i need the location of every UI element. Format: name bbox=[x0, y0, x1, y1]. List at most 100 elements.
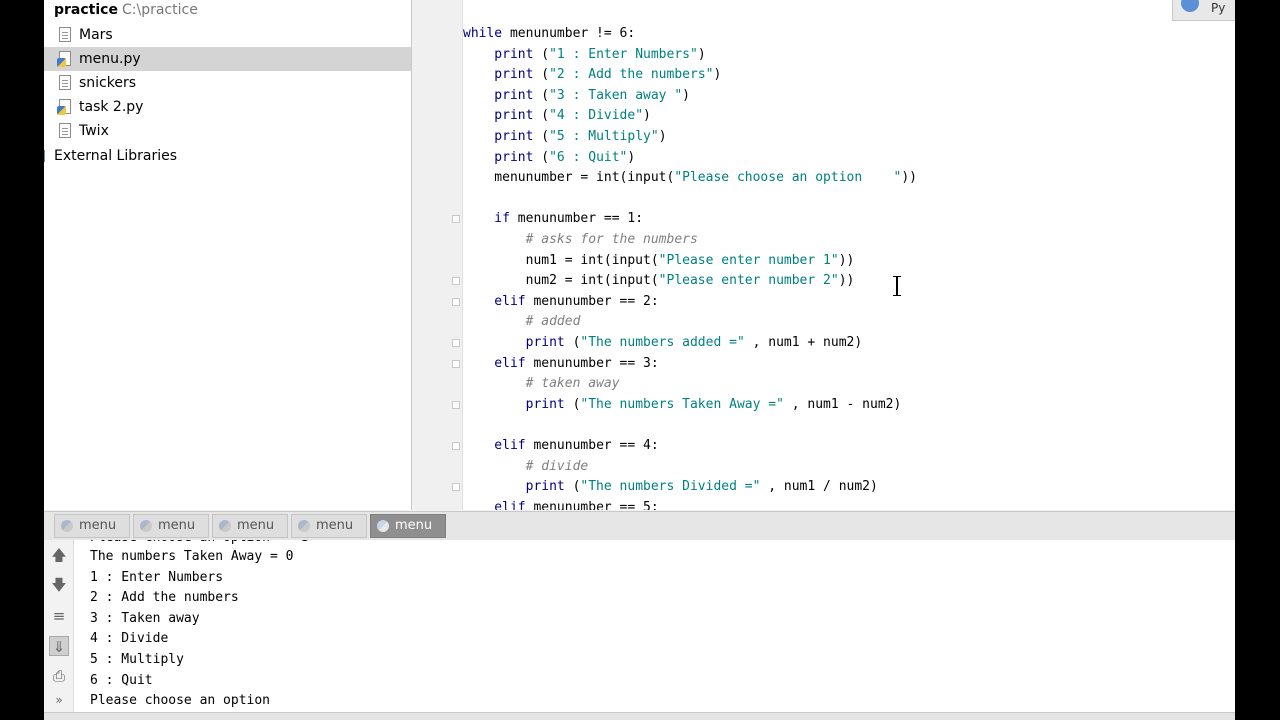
console-line: 5 : Multiply bbox=[90, 652, 184, 667]
more-icon[interactable]: » bbox=[49, 690, 69, 710]
scroll-to-end-icon[interactable]: ⇓ bbox=[49, 636, 69, 656]
code-line[interactable]: print ("4 : Divide") bbox=[463, 106, 651, 126]
run-tab[interactable]: menu bbox=[54, 514, 130, 538]
code-token: print bbox=[463, 108, 542, 123]
code-token: # taken away bbox=[463, 376, 620, 391]
run-tab[interactable]: menu bbox=[212, 514, 288, 538]
code-token: elif bbox=[463, 438, 534, 453]
code-line[interactable]: if menunumber == 1: bbox=[463, 209, 643, 229]
code-token: "Please enter number 2" bbox=[658, 273, 839, 288]
fold-marker-icon[interactable] bbox=[452, 360, 460, 368]
text-file-icon bbox=[59, 123, 71, 138]
editor-gutter bbox=[412, 0, 463, 510]
code-token: ( bbox=[541, 129, 550, 144]
console-toolbar: 🡅 🡇 ≡ ⇓ ⎙ » bbox=[44, 540, 74, 712]
code-line[interactable]: elif menunumber == 4: bbox=[463, 436, 658, 456]
console-line: 2 : Add the numbers bbox=[90, 590, 239, 605]
print-icon[interactable]: ⎙ bbox=[49, 666, 69, 686]
python-file-icon bbox=[57, 99, 71, 115]
code-token: "2 : Add the numbers" bbox=[549, 67, 714, 82]
run-tab[interactable]: menu bbox=[291, 514, 367, 538]
ide-window: practice C:\practice Mars menu.py snickers… bbox=[44, 0, 1235, 720]
code-token: # asks for the numbers bbox=[463, 232, 698, 247]
code-token: , num1 / num2) bbox=[760, 479, 878, 494]
code-token: ) bbox=[643, 108, 651, 123]
tree-item[interactable]: task 2.py bbox=[44, 95, 411, 119]
fold-marker-icon[interactable] bbox=[452, 277, 460, 285]
fold-marker-icon[interactable] bbox=[452, 442, 460, 450]
arrow-up-icon[interactable]: 🡅 bbox=[49, 545, 69, 565]
run-tab[interactable]: menu bbox=[133, 514, 209, 538]
tree-item[interactable]: Mars bbox=[44, 23, 411, 47]
code-line[interactable]: elif menunumber == 5: bbox=[463, 498, 658, 510]
code-token: menunumber == 1: bbox=[517, 211, 644, 226]
run-tab[interactable]: menu bbox=[370, 514, 446, 538]
code-line[interactable]: # divide bbox=[463, 457, 589, 477]
code-line[interactable]: num2 = int(input("Please enter number 2"… bbox=[463, 271, 855, 291]
project-root[interactable]: practice C:\practice bbox=[44, 0, 411, 22]
code-token: if bbox=[463, 211, 518, 226]
code-line[interactable]: print ("The numbers Divided =" , num1 / … bbox=[463, 477, 878, 497]
code-line[interactable]: elif menunumber == 3: bbox=[463, 354, 659, 374]
code-token: "3 : Taken away " bbox=[549, 88, 683, 103]
code-token: ) bbox=[658, 129, 667, 144]
code-line[interactable]: print ("2 : Add the numbers") bbox=[463, 65, 721, 85]
code-token: "4 : Divide" bbox=[549, 108, 644, 123]
fold-marker-icon[interactable] bbox=[452, 339, 460, 347]
python-run-icon bbox=[298, 520, 310, 532]
code-token: menunumber != 6: bbox=[509, 26, 636, 41]
code-token: menunumber == 2: bbox=[533, 294, 659, 309]
fold-marker-icon[interactable] bbox=[452, 483, 460, 491]
run-console[interactable]: Please choose an option 3 The numbers Ta… bbox=[74, 540, 1235, 712]
arrow-down-icon[interactable]: 🡇 bbox=[49, 575, 69, 595]
tree-item-label: Mars bbox=[79, 27, 113, 43]
code-token: ( bbox=[541, 108, 550, 123]
code-line[interactable]: print ("5 : Multiply") bbox=[463, 127, 667, 147]
code-line[interactable]: print ("The numbers added =" , num1 + nu… bbox=[463, 333, 863, 353]
code-line[interactable]: print ("6 : Quit") bbox=[463, 148, 635, 168]
code-line[interactable]: menunumber = int(input("Please choose an… bbox=[463, 168, 917, 188]
code-token: ) bbox=[682, 88, 690, 103]
code-token: while bbox=[463, 26, 510, 41]
code-token: menunumber == 3: bbox=[533, 356, 659, 371]
code-token: "Please choose an option " bbox=[674, 170, 902, 185]
fold-marker-icon[interactable] bbox=[452, 215, 460, 223]
fold-marker-icon[interactable] bbox=[452, 298, 460, 306]
external-libraries-item[interactable]: External Libraries bbox=[44, 144, 411, 168]
code-token: "Please enter number 1" bbox=[658, 253, 839, 268]
code-editor[interactable]: while menunumber != 6: print ("1 : Enter… bbox=[412, 0, 1235, 510]
code-token: print bbox=[463, 47, 542, 62]
text-file-icon bbox=[59, 27, 71, 42]
status-bar bbox=[44, 712, 1235, 720]
code-line[interactable]: while menunumber != 6: bbox=[463, 24, 635, 44]
tree-item[interactable]: menu.py bbox=[44, 47, 411, 71]
console-line: 3 : Taken away bbox=[90, 611, 200, 626]
tree-item[interactable]: Twix bbox=[44, 119, 411, 143]
code-token: "The numbers Divided =" bbox=[580, 479, 761, 494]
code-line[interactable]: elif menunumber == 2: bbox=[463, 292, 659, 312]
tree-item-label: snickers bbox=[79, 75, 137, 91]
code-token: # divide bbox=[463, 459, 589, 474]
code-line[interactable]: print ("1 : Enter Numbers") bbox=[463, 45, 705, 65]
code-line[interactable]: # taken away bbox=[463, 374, 620, 394]
soft-wrap-icon[interactable]: ≡ bbox=[49, 606, 69, 626]
code-line[interactable]: # added bbox=[463, 312, 581, 332]
code-token: ( bbox=[541, 67, 550, 82]
tree-item[interactable]: snickers bbox=[44, 71, 411, 95]
python-console-badge[interactable]: Py bbox=[1172, 0, 1235, 21]
code-token: num2 = int(input( bbox=[463, 273, 659, 288]
code-line[interactable]: print ("3 : Taken away ") bbox=[463, 86, 690, 106]
python-badge-label: Py bbox=[1211, 1, 1226, 15]
code-token: )) bbox=[901, 170, 917, 185]
code-token: ) bbox=[713, 67, 722, 82]
code-line[interactable]: num1 = int(input("Please enter number 1"… bbox=[463, 251, 855, 271]
code-line[interactable]: print ("The numbers Taken Away =" , num1… bbox=[463, 395, 902, 415]
run-tab-label: menu bbox=[158, 518, 196, 533]
code-token: # added bbox=[463, 314, 581, 329]
code-line[interactable]: # asks for the numbers bbox=[463, 230, 698, 250]
fold-marker-icon[interactable] bbox=[452, 401, 460, 409]
code-token: ( bbox=[541, 88, 550, 103]
code-token: print bbox=[463, 150, 542, 165]
code-token: "5 : Multiply" bbox=[549, 129, 659, 144]
code-token: print bbox=[463, 397, 573, 412]
